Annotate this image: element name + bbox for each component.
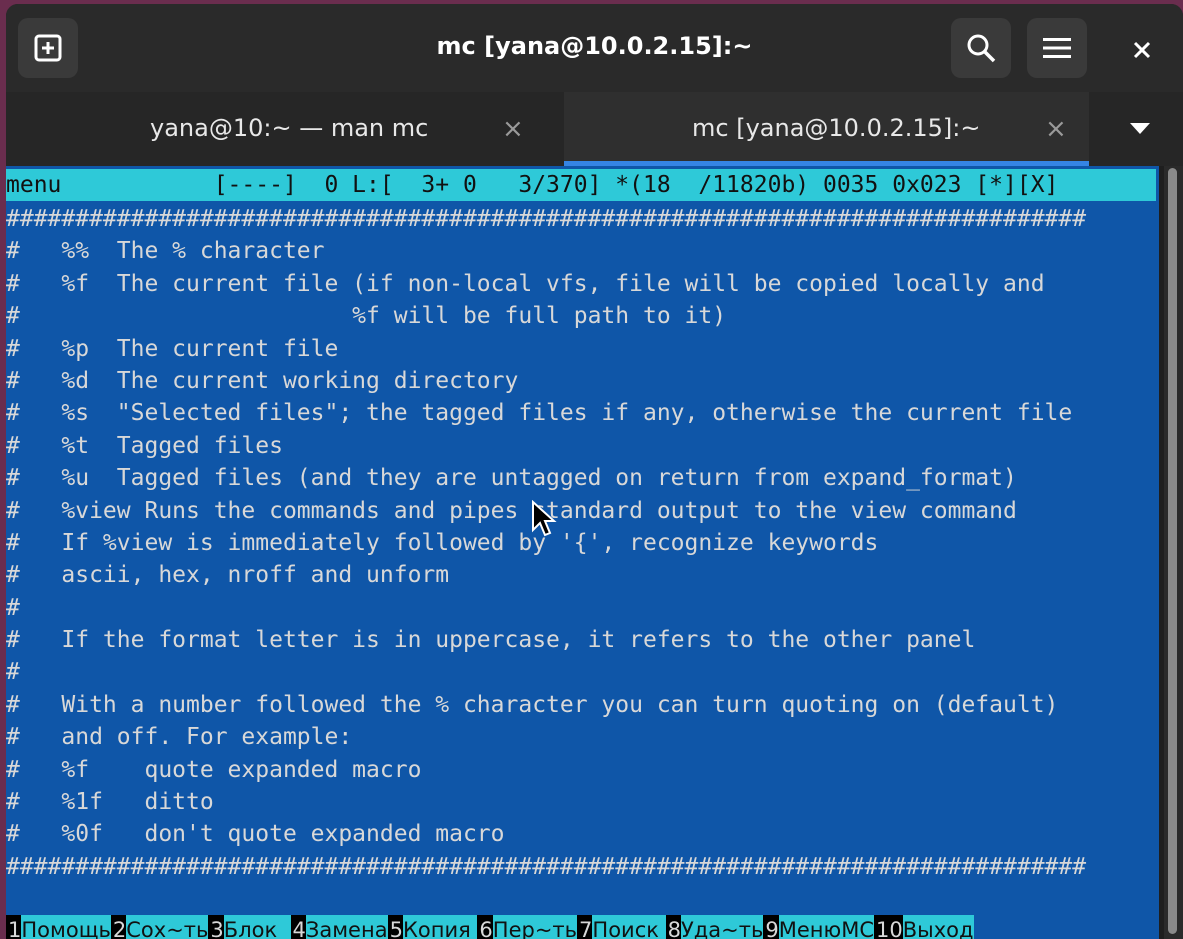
editor-line: # %t Tagged files xyxy=(6,432,283,459)
editor-status-line: menu [----] 0 L:[ 3+ 0 3/370] *(18 /1182… xyxy=(6,169,1156,201)
chevron-down-icon xyxy=(1130,123,1150,134)
function-key-label: Блок xyxy=(223,915,291,939)
editor-line: # %f will be full path to it) xyxy=(6,303,727,330)
search-icon xyxy=(967,34,996,63)
tab-mc[interactable]: mc [yana@10.0.2.15]:~ × xyxy=(564,92,1089,166)
terminal-scrollbar[interactable] xyxy=(1164,166,1183,939)
editor-line: # %f The current file (if non-local vfs,… xyxy=(6,270,1045,297)
function-key-number: 5 xyxy=(387,915,403,939)
function-key-8[interactable]: 8 Уда~ть xyxy=(665,915,764,939)
function-key-number: 6 xyxy=(477,915,493,939)
new-tab-button[interactable] xyxy=(18,18,78,78)
function-key-label: Выход xyxy=(902,915,974,939)
editor-line: # %f quote expanded macro xyxy=(6,756,422,783)
hamburger-menu-icon xyxy=(1043,38,1071,58)
editor-line: # xyxy=(6,659,20,686)
function-key-label: Пер~ть xyxy=(492,915,578,939)
header-bar: mc [yana@10.0.2.15]:~ xyxy=(6,4,1183,92)
search-button[interactable] xyxy=(951,18,1011,78)
function-key-label: Сох~ть xyxy=(126,915,209,939)
function-key-7[interactable]: 7 Поиск xyxy=(577,915,666,939)
function-key-number: 3 xyxy=(208,915,224,939)
scrollbar-thumb[interactable] xyxy=(1168,168,1177,934)
function-key-number: 7 xyxy=(577,915,593,939)
terminal-area[interactable]: menu [----] 0 L:[ 3+ 0 3/370] *(18 /1182… xyxy=(6,166,1159,939)
function-key-label: Копия xyxy=(402,915,478,939)
editor-line: # ascii, hex, nroff and unform xyxy=(6,562,450,589)
editor-text[interactable]: ########################################… xyxy=(6,203,1156,883)
function-key-10[interactable]: 10 Выход xyxy=(873,915,974,939)
function-key-label: Уда~ть xyxy=(680,915,764,939)
editor-line: # %d The current working directory xyxy=(6,367,519,394)
editor-line: # xyxy=(6,594,20,621)
main-menu-button[interactable] xyxy=(1027,18,1087,78)
function-key-label: Помощь xyxy=(21,915,111,939)
function-key-label: Замена xyxy=(305,915,388,939)
function-key-number: 2 xyxy=(110,915,127,939)
editor-line: # If %view is immediately followed by '{… xyxy=(6,529,879,556)
editor-line: # %u Tagged files (and they are untagged… xyxy=(6,465,1017,492)
editor-line: # With a number followed the % character… xyxy=(6,691,1059,718)
tab-label: yana@10:~ — man mc xyxy=(150,114,429,142)
function-key-5[interactable]: 5 Копия xyxy=(387,915,478,939)
window-close-button[interactable] xyxy=(1122,30,1162,70)
function-key-3[interactable]: 3 Блок xyxy=(208,915,291,939)
editor-line: # and off. For example: xyxy=(6,724,353,751)
function-key-number: 4 xyxy=(290,915,306,939)
function-key-number: 1 xyxy=(6,915,22,939)
editor-line: # %0f don't quote expanded macro xyxy=(6,821,505,848)
function-key-number: 10 xyxy=(873,915,903,939)
editor-line: # %1f ditto xyxy=(6,789,214,816)
tab-label: mc [yana@10.0.2.15]:~ xyxy=(692,114,981,142)
function-key-bar: 1 Помощь 2 Сох~ть 3 Блок 4 Замена 5 Копия 6 Пер~т… xyxy=(6,915,1159,939)
editor-line: ########################################… xyxy=(6,206,1087,232)
function-key-6[interactable]: 6 Пер~ть xyxy=(477,915,578,939)
mouse-pointer-icon xyxy=(531,499,557,542)
tab-list-button[interactable] xyxy=(1128,120,1152,140)
editor-line: ########################################… xyxy=(6,853,1087,880)
function-key-2[interactable]: 2 Сох~ть xyxy=(110,915,209,939)
function-key-number: 9 xyxy=(763,915,779,939)
tab-close-button[interactable]: × xyxy=(502,114,524,144)
tab-close-button[interactable]: × xyxy=(1045,114,1067,144)
editor-line: # %p The current file xyxy=(6,335,339,362)
function-key-4[interactable]: 4 Замена xyxy=(290,915,388,939)
close-icon xyxy=(1133,41,1151,59)
new-tab-icon xyxy=(34,34,62,62)
function-key-label: МенюMC xyxy=(778,915,874,939)
editor-line: # %view Runs the commands and pipes stan… xyxy=(6,497,1017,524)
tab-bar: yana@10:~ — man mc × mc [yana@10.0.2.15]… xyxy=(6,92,1183,166)
editor-line: # If the format letter is in uppercase, … xyxy=(6,627,976,654)
function-key-number: 8 xyxy=(665,915,681,939)
function-key-1[interactable]: 1 Помощь xyxy=(6,915,111,939)
tab-man-mc[interactable]: yana@10:~ — man mc × xyxy=(6,92,564,166)
window-title: mc [yana@10.0.2.15]:~ xyxy=(436,32,753,60)
editor-line: # %% The % character xyxy=(6,238,325,265)
function-key-label: Поиск xyxy=(592,915,666,939)
editor-line: # %s "Selected files"; the tagged files … xyxy=(6,400,1073,427)
function-key-9[interactable]: 9 МенюMC xyxy=(763,915,874,939)
terminal-window: mc [yana@10.0.2.15]:~ yana@10:~ — man mc xyxy=(6,4,1183,939)
